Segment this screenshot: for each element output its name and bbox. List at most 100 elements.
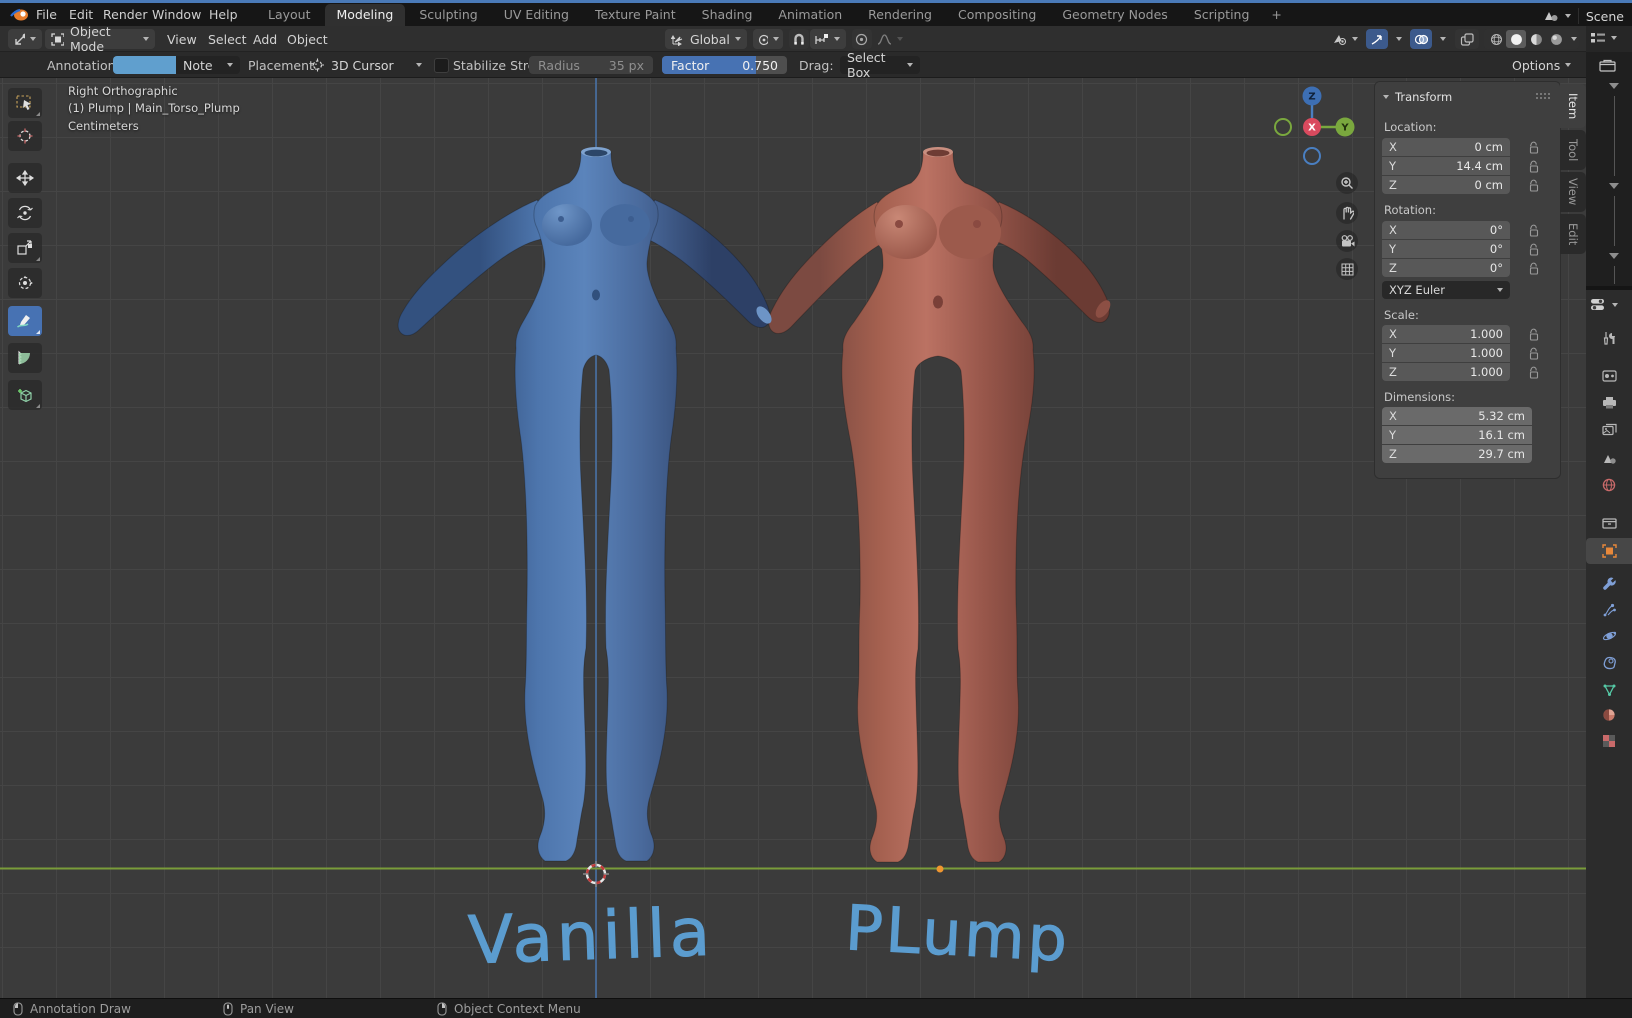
properties-tab-object[interactable] xyxy=(1586,538,1632,564)
location-x-field[interactable]: X0 cm xyxy=(1382,138,1510,156)
vanilla-body-model[interactable] xyxy=(398,147,774,861)
menu-window[interactable]: Window xyxy=(146,4,207,25)
lock-scale-x-icon[interactable] xyxy=(1528,327,1540,341)
tab-compositing[interactable]: Compositing xyxy=(946,4,1048,26)
sidebar-tab-view[interactable]: View xyxy=(1560,172,1586,212)
tab-modeling[interactable]: Modeling xyxy=(325,4,406,26)
properties-tab-world[interactable] xyxy=(1586,472,1632,498)
tool-scale[interactable] xyxy=(8,233,42,263)
outliner-expand-icon[interactable] xyxy=(1608,82,1620,90)
properties-tab-modifiers[interactable] xyxy=(1586,570,1632,596)
lock-rotation-x-icon[interactable] xyxy=(1528,223,1540,237)
menu-object[interactable]: Object xyxy=(287,29,328,49)
mode-selector[interactable]: Object Mode xyxy=(45,29,155,49)
lock-rotation-y-icon[interactable] xyxy=(1528,242,1540,256)
tab-uv-editing[interactable]: UV Editing xyxy=(492,4,581,26)
tool-select-box[interactable] xyxy=(8,88,42,118)
properties-tab-material[interactable] xyxy=(1586,702,1632,728)
3d-viewport[interactable]: Vanilla PLump Right Orthographic (1) Plu… xyxy=(0,78,1586,998)
stabilize-stroke-checkbox[interactable] xyxy=(434,58,449,73)
tab-layout[interactable]: Layout xyxy=(256,4,323,26)
properties-tab-constraints[interactable] xyxy=(1586,650,1632,676)
plump-body-model[interactable] xyxy=(769,147,1114,862)
properties-tab-physics[interactable] xyxy=(1586,623,1632,649)
properties-tab-particles[interactable] xyxy=(1586,597,1632,623)
object-visibility-dropdown[interactable] xyxy=(1328,29,1362,49)
shading-material-button[interactable] xyxy=(1526,30,1546,48)
snap-target-dropdown[interactable] xyxy=(810,29,846,49)
sidebar-tab-item[interactable]: Item xyxy=(1560,84,1586,128)
tool-add-primitive[interactable] xyxy=(8,380,42,410)
sidebar-tab-tool[interactable]: Tool xyxy=(1560,130,1586,170)
rotation-z-field[interactable]: Z0° xyxy=(1382,259,1510,277)
annotation-color-swatch[interactable] xyxy=(113,56,176,74)
transform-orientation-dropdown[interactable]: Global xyxy=(665,29,747,49)
shading-solid-button[interactable] xyxy=(1506,30,1526,48)
xray-toggle[interactable] xyxy=(1455,29,1479,49)
dimensions-y-field[interactable]: Y16.1 cm xyxy=(1382,426,1532,444)
snap-toggle[interactable] xyxy=(789,29,809,49)
outliner-expand-icon[interactable] xyxy=(1608,182,1620,190)
pan-view-button[interactable] xyxy=(1336,202,1358,224)
outliner-editor-selector[interactable] xyxy=(1586,26,1632,50)
properties-tab-output[interactable] xyxy=(1586,389,1632,415)
properties-tab-tool[interactable] xyxy=(1586,325,1632,351)
outliner-body[interactable] xyxy=(1586,52,1632,286)
rotation-x-field[interactable]: X0° xyxy=(1382,221,1510,239)
scene-selector[interactable]: Scene xyxy=(1542,6,1624,26)
properties-tab-render[interactable] xyxy=(1586,362,1632,388)
tool-move[interactable] xyxy=(8,163,42,193)
gizmos-toggle[interactable] xyxy=(1366,29,1388,49)
scale-y-field[interactable]: Y1.000 xyxy=(1382,344,1510,362)
tool-measure[interactable] xyxy=(8,343,42,373)
shading-rendered-button[interactable] xyxy=(1546,30,1566,48)
tab-geometry-nodes[interactable]: Geometry Nodes xyxy=(1050,4,1179,26)
editor-type-selector[interactable] xyxy=(8,29,42,49)
lock-scale-z-icon[interactable] xyxy=(1528,365,1540,379)
tool-cursor[interactable] xyxy=(8,121,42,151)
properties-tab-scene[interactable] xyxy=(1586,445,1632,471)
gizmo-minus-z-ball[interactable] xyxy=(1304,148,1320,164)
properties-tab-object-data[interactable] xyxy=(1586,677,1632,703)
properties-tab-texture[interactable] xyxy=(1586,728,1632,754)
rotation-mode-dropdown[interactable]: XYZ Euler xyxy=(1382,281,1510,299)
dimensions-x-field[interactable]: X5.32 cm xyxy=(1382,407,1532,425)
gizmo-minus-y-ball[interactable] xyxy=(1275,119,1291,135)
proportional-falloff-dropdown[interactable] xyxy=(873,29,907,49)
add-workspace-button[interactable]: + xyxy=(1263,4,1289,26)
zoom-view-button[interactable] xyxy=(1336,172,1358,194)
camera-view-button[interactable] xyxy=(1336,230,1358,252)
blender-logo-icon[interactable] xyxy=(10,7,30,22)
properties-tab-view-layer[interactable] xyxy=(1586,416,1632,442)
radius-slider[interactable]: Radius 35 px xyxy=(529,56,653,74)
lock-location-z-icon[interactable] xyxy=(1528,178,1540,192)
gizmos-dropdown[interactable] xyxy=(1389,29,1405,49)
outliner-expand-icon[interactable] xyxy=(1608,252,1620,260)
menu-select[interactable]: Select xyxy=(208,29,247,49)
tab-scripting[interactable]: Scripting xyxy=(1182,4,1262,26)
shading-wireframe-button[interactable] xyxy=(1486,30,1506,48)
placement-dropdown[interactable]: 3D Cursor xyxy=(306,56,426,74)
pivot-point-dropdown[interactable] xyxy=(753,29,783,49)
scale-z-field[interactable]: Z1.000 xyxy=(1382,363,1510,381)
tab-texture-paint[interactable]: Texture Paint xyxy=(583,4,688,26)
options-dropdown[interactable]: Options xyxy=(1512,56,1571,74)
tool-annotate[interactable] xyxy=(8,306,42,336)
properties-tab-collection[interactable] xyxy=(1586,509,1632,535)
tool-transform[interactable] xyxy=(8,268,42,298)
lock-location-y-icon[interactable] xyxy=(1528,159,1540,173)
lock-location-x-icon[interactable] xyxy=(1528,140,1540,154)
menu-edit[interactable]: Edit xyxy=(63,4,99,25)
overlays-dropdown[interactable] xyxy=(1433,29,1449,49)
drag-dropdown[interactable]: Select Box xyxy=(840,56,920,74)
menu-view[interactable]: View xyxy=(167,29,197,49)
dimensions-z-field[interactable]: Z29.7 cm xyxy=(1382,445,1532,463)
scale-x-field[interactable]: X1.000 xyxy=(1382,325,1510,343)
lock-rotation-z-icon[interactable] xyxy=(1528,261,1540,275)
toggle-orthographic-button[interactable] xyxy=(1336,258,1358,280)
panel-grip-icon[interactable] xyxy=(1535,92,1551,100)
tab-sculpting[interactable]: Sculpting xyxy=(407,4,489,26)
factor-slider[interactable]: Factor 0.750 xyxy=(662,56,787,74)
transform-panel-header[interactable]: Transform xyxy=(1383,90,1452,104)
lock-scale-y-icon[interactable] xyxy=(1528,346,1540,360)
